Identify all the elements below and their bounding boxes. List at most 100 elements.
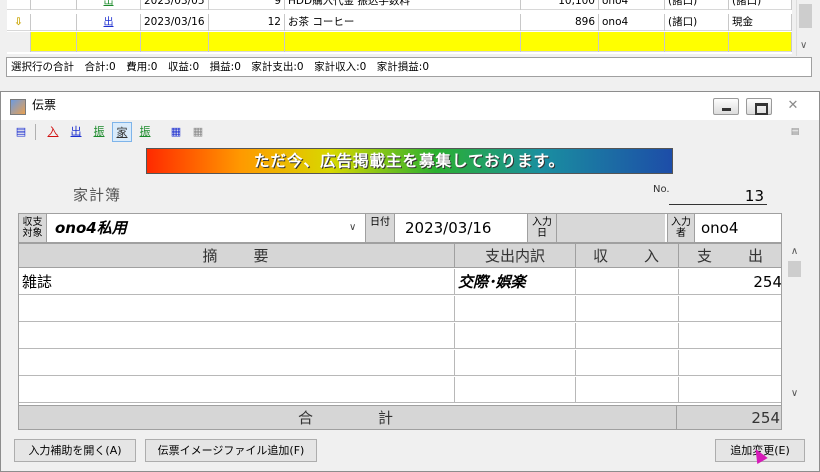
detail-income[interactable] xyxy=(576,269,679,295)
income-voucher-button[interactable]: 入 xyxy=(43,122,63,142)
book-title: 家計簿 xyxy=(73,186,122,204)
row-credit: 現金 xyxy=(729,14,792,31)
row-amount: 896 xyxy=(521,14,599,31)
detail-row[interactable]: 雑誌 交際･娯楽 254 xyxy=(19,269,781,295)
row-cell xyxy=(209,32,285,52)
row-cell xyxy=(521,32,599,52)
header-income: 収 入 xyxy=(576,244,679,268)
toolbar: ▤ 入 出 振 家 振 ▦ ▦ ▤ xyxy=(1,120,819,146)
target-select[interactable]: ono4私用 xyxy=(49,214,361,242)
minimize-button[interactable] xyxy=(713,98,739,115)
detail-expense[interactable]: 254 xyxy=(679,269,781,295)
new-voucher-icon[interactable]: ▤ xyxy=(11,122,31,142)
row-credit: (諸口) xyxy=(729,0,792,10)
detail-expense[interactable] xyxy=(679,296,781,322)
detail-income[interactable] xyxy=(576,296,679,322)
row-user: ono4 xyxy=(599,14,665,31)
voucher-window: 伝票 ✕ ▤ 入 出 振 家 振 ▦ ▦ ▤ ただ今、広告掲載主を募集しておりま… xyxy=(0,91,820,472)
detail-breakdown[interactable]: 交際･娯楽 xyxy=(455,269,576,295)
voucher-no-value: 13 xyxy=(669,187,767,205)
ad-banner[interactable]: ただ今、広告掲載主を募集しております。 xyxy=(146,148,673,174)
total-value: 254 xyxy=(751,409,780,427)
detail-scrollbar[interactable]: ∧ ∨ xyxy=(786,243,803,404)
date-label-text: 日付 xyxy=(370,217,390,228)
toolbar-separator xyxy=(35,124,37,140)
household-voucher-button[interactable]: 家 xyxy=(112,122,132,142)
detail-expense[interactable] xyxy=(679,350,781,376)
input-date-label-text: 入力 日 xyxy=(532,217,552,239)
add-image-file-button[interactable]: 伝票イメージファイル追加(F) xyxy=(145,439,317,462)
voucher-no-label: No. xyxy=(653,184,670,195)
copy-icon[interactable]: ▦ xyxy=(166,122,186,142)
transfer-voucher-button[interactable]: 振 xyxy=(89,122,109,142)
detail-breakdown[interactable] xyxy=(455,377,576,403)
title-bar[interactable]: 伝票 ✕ xyxy=(1,92,819,120)
detail-breakdown[interactable] xyxy=(455,323,576,349)
date-label: 日付 xyxy=(365,214,395,242)
header-summary: 摘 要 xyxy=(19,244,455,268)
list-row[interactable]: 出 2023/03/05 9 HDD購入代金 振込手数料 10,100 ono4… xyxy=(7,0,792,10)
income-label: 入 xyxy=(47,125,59,138)
paste-icon[interactable]: ▦ xyxy=(188,122,208,142)
date-field[interactable]: 2023/03/16 xyxy=(399,214,527,242)
scroll-down-icon[interactable]: ∨ xyxy=(786,388,803,399)
detail-row[interactable] xyxy=(19,323,781,349)
settings-icon[interactable]: ▤ xyxy=(785,122,805,142)
row-no: 9 xyxy=(209,0,285,10)
total-label-right: 計 xyxy=(377,409,397,427)
row-cell xyxy=(665,32,729,52)
scroll-down-icon[interactable]: ∨ xyxy=(800,40,807,51)
transfer-label: 振 xyxy=(93,125,105,138)
row-user: ono4 xyxy=(599,0,665,10)
scrollbar-thumb[interactable] xyxy=(788,261,801,277)
total-label-left: 合 xyxy=(297,409,317,427)
detail-summary[interactable] xyxy=(19,323,455,349)
open-assist-button[interactable]: 入力補助を開く(A) xyxy=(14,439,136,462)
detail-income[interactable] xyxy=(576,377,679,403)
list-scrollbar[interactable]: ∨ xyxy=(796,0,813,56)
detail-summary[interactable] xyxy=(19,350,455,376)
scrollbar-thumb[interactable] xyxy=(799,4,812,28)
header-breakdown: 支出内訳 xyxy=(455,244,576,268)
row-summary: HDD購入代金 振込手数料 xyxy=(285,0,521,10)
voucher-header: 収支 対象 ono4私用 ∨ 日付 2023/03/16 入力 日 入力 者 o… xyxy=(18,213,782,243)
header-expense: 支 出 xyxy=(679,244,781,268)
voucher-list: 出 2023/03/05 9 HDD購入代金 振込手数料 10,100 ono4… xyxy=(7,0,792,54)
detail-income[interactable] xyxy=(576,323,679,349)
detail-row[interactable] xyxy=(19,296,781,322)
detail-breakdown[interactable] xyxy=(455,296,576,322)
total-row: 合 計 254 xyxy=(19,405,781,429)
detail-summary[interactable] xyxy=(19,377,455,403)
row-marker xyxy=(7,0,31,10)
window-title: 伝票 xyxy=(32,98,57,112)
chevron-down-icon[interactable]: ∨ xyxy=(349,214,356,242)
row-cell xyxy=(77,32,141,52)
inputter-field[interactable]: ono4 xyxy=(695,214,781,242)
row-date: 2023/03/05 xyxy=(141,0,209,10)
scroll-up-icon[interactable]: ∧ xyxy=(786,246,803,257)
detail-expense[interactable] xyxy=(679,323,781,349)
detail-row[interactable] xyxy=(19,350,781,376)
row-amount: 10,100 xyxy=(521,0,599,10)
detail-row[interactable] xyxy=(19,377,781,403)
detail-summary[interactable]: 雑誌 xyxy=(19,269,455,295)
expense-type-icon: 出 xyxy=(77,0,141,10)
detail-summary[interactable] xyxy=(19,296,455,322)
inputter-label-text: 入力 者 xyxy=(671,217,691,239)
new-entry-row[interactable] xyxy=(7,32,792,52)
app-icon xyxy=(10,99,26,115)
detail-income[interactable] xyxy=(576,350,679,376)
row-cell xyxy=(599,32,665,52)
list-row[interactable]: ⇩ 出 2023/03/16 12 お茶 コーヒー 896 ono4 (諸口) … xyxy=(7,14,792,31)
close-button[interactable]: ✕ xyxy=(779,98,807,115)
row-no: 12 xyxy=(209,14,285,31)
expense-voucher-button[interactable]: 出 xyxy=(66,122,86,142)
detail-breakdown[interactable] xyxy=(455,350,576,376)
input-date-label: 入力 日 xyxy=(527,214,557,242)
household-label: 家 xyxy=(116,126,128,139)
maximize-button[interactable] xyxy=(746,98,772,115)
down-arrow-icon: ⇩ xyxy=(7,14,31,31)
detail-expense[interactable] xyxy=(679,377,781,403)
selection-summary: 選択行の合計 合計:0 費用:0 収益:0 損益:0 家計支出:0 家計収入:0… xyxy=(6,57,812,77)
transfer-alt-button[interactable]: 振 xyxy=(135,122,155,142)
